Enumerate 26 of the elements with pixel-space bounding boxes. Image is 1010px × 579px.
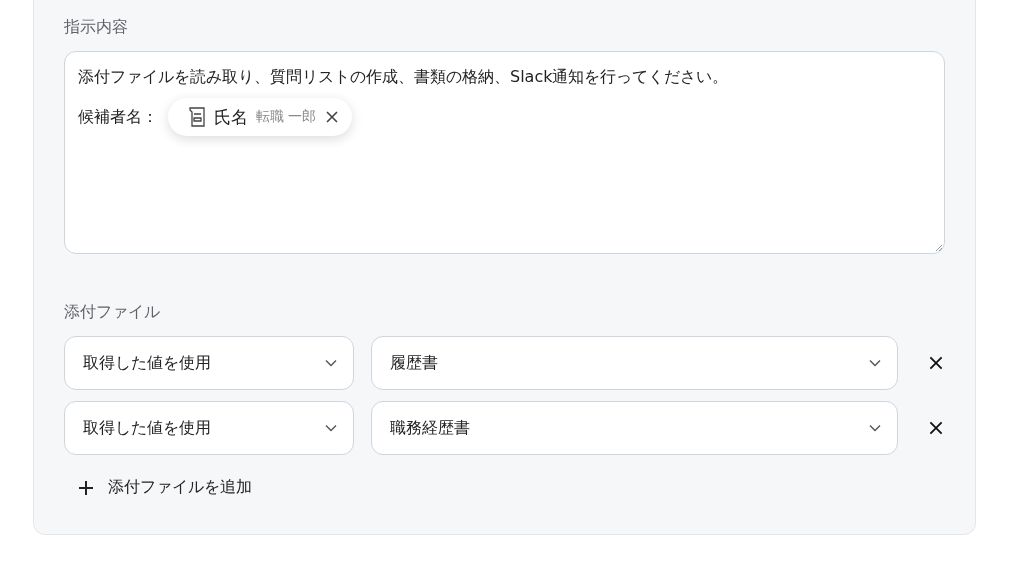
document-icon (188, 106, 206, 128)
delete-button[interactable] (927, 354, 945, 372)
file-dropdown[interactable]: 職務経歴書 (370, 401, 898, 455)
chip-name: 氏名 (214, 105, 248, 129)
instruction-field[interactable]: 添付ファイルを読み取り、質問リストの作成、書類の格納、Slack通知を行ってください。 候補者名： 氏名 転職 一郎 (64, 51, 945, 254)
close-icon (927, 354, 945, 372)
instruction-text: 添付ファイルを読み取り、質問リストの作成、書類の格納、Slack通知を行ってください。 (78, 67, 729, 88)
remove-button[interactable] (324, 109, 341, 125)
add-attachment-button[interactable]: 添付ファイルを追加 (64, 477, 252, 498)
field-label: 指示内容 (64, 17, 128, 38)
variable-chip[interactable]: 氏名 転職 一郎 (168, 98, 353, 136)
plus-icon (78, 479, 94, 496)
delete-button[interactable] (927, 419, 945, 437)
close-icon (324, 109, 341, 125)
prefix-text: 候補者名： (78, 106, 158, 128)
resize-handle-icon[interactable] (935, 244, 943, 252)
chevron-down-icon (324, 359, 337, 367)
chevron-down-icon (324, 424, 337, 432)
close-icon (927, 419, 945, 437)
source-dropdown[interactable]: 取得した値を使用 (64, 336, 354, 390)
file-dropdown[interactable]: 履歴書 (370, 336, 898, 390)
chevron-down-icon (869, 424, 881, 432)
chip-value: 転職 一郎 (256, 108, 317, 126)
field-label: 添付ファイル (64, 302, 160, 323)
source-dropdown[interactable]: 取得した値を使用 (64, 401, 354, 455)
chevron-down-icon (869, 359, 881, 367)
